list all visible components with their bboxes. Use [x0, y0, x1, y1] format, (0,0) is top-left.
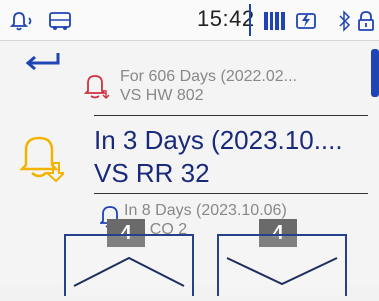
clock-time: 15:42: [197, 6, 255, 31]
alert-list-screen: For 606 Days (2022.02... VS HW 802 In 3 …: [0, 41, 379, 296]
scroll-up-button[interactable]: [64, 234, 194, 296]
status-divider: [249, 4, 251, 36]
list-item-line1: In 8 Days (2023.10.06): [124, 202, 287, 219]
list-scrollbar[interactable]: [371, 49, 379, 97]
bell-red-icon: [84, 75, 110, 99]
list-item-line1: For 606 Days (2022.02...: [120, 68, 297, 85]
back-arrow-icon[interactable]: [24, 49, 64, 73]
list-item-line2: VS RR 32: [94, 158, 210, 188]
barcode-icon: [264, 12, 285, 30]
lock-icon: [358, 11, 374, 31]
bluetooth-icon: [339, 10, 351, 32]
list-item-line1: In 3 Days (2023.10....: [94, 125, 343, 155]
bell-yellow-icon: [20, 136, 64, 183]
chevron-down-icon: [226, 257, 338, 286]
battery-charging-icon: [296, 13, 316, 29]
bus-icon: [49, 12, 71, 30]
chevron-up-icon: [73, 256, 185, 287]
list-divider: [94, 193, 368, 194]
scroll-down-button[interactable]: [217, 234, 347, 296]
list-item-line2: VS HW 802: [120, 87, 204, 104]
status-bar: 15:42: [0, 0, 379, 41]
bell-speaker-icon: [10, 12, 32, 31]
list-divider: [94, 115, 368, 116]
